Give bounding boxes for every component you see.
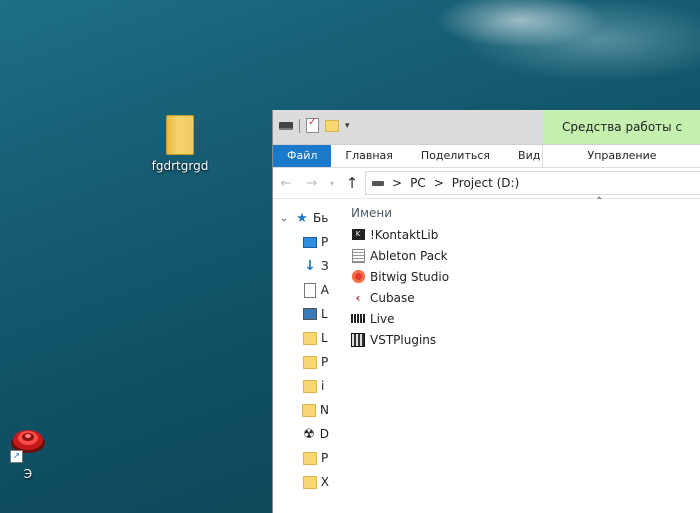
breadcrumb-pc[interactable]: PC [410,176,426,190]
folder-icon [303,451,317,465]
ribbon-tabs: Файл Главная Поделиться Вид Управление [273,145,700,168]
list-item[interactable]: Live [351,308,700,329]
tab-share[interactable]: Поделиться [407,145,504,167]
desktop-icon [303,235,317,249]
file-name: !KontaktLib [370,227,439,242]
breadcrumb-separator: > [392,176,403,190]
recent-locations-chevron-icon[interactable]: ▾ [325,179,339,188]
back-arrow-icon[interactable]: ← [273,176,299,191]
new-folder-icon[interactable] [325,119,339,132]
star-icon: ★ [296,210,308,226]
folder-icon [303,379,317,393]
title-bar: ✓ ▾ Средства работы с дисками [273,110,700,168]
desktop-folder-label: fgdrtgrgd [151,159,209,173]
nav-item-label: Бь [313,211,329,225]
desktop-folder-icon[interactable]: fgdrtgrgd [148,115,212,173]
quick-access-toolbar: ✓ ▾ [279,117,350,133]
nav-item[interactable]: Х [273,470,329,494]
nav-item-label: L [321,307,328,321]
file-name: Cubase [370,290,415,305]
nav-item[interactable]: Р [273,446,329,470]
pictures-icon [303,307,317,321]
list-item[interactable]: K !KontaktLib [351,224,700,245]
drive-tools-context-tab[interactable]: Средства работы с дисками [543,110,700,168]
desktop-shortcut-icon[interactable]: ↗ Э [4,425,52,481]
address-bar[interactable]: > PC > Project (D:) [365,171,700,195]
vst-plugins-icon [351,332,365,347]
nav-item-label: А [320,283,329,297]
nav-item[interactable]: N [273,398,329,422]
tab-file[interactable]: Файл [273,145,332,167]
nav-item-label: L [321,331,328,345]
bitwig-icon [351,270,365,284]
nav-item[interactable]: L [273,326,329,350]
target-app-icon: ↗ [10,425,46,463]
kontakt-icon: K [351,228,365,242]
properties-icon[interactable]: ✓ [306,117,319,133]
folder-icon [302,403,317,417]
nav-item[interactable]: i [273,374,329,398]
nav-item-quick-access[interactable]: ⌄ ★ Бь [273,206,329,230]
desktop-shortcut-label: Э [23,467,33,481]
list-item[interactable]: Ableton Pack [351,245,700,266]
folder-icon [303,331,317,345]
nav-item[interactable]: Р [273,350,329,374]
nav-item-label: N [320,403,329,417]
folder-icon [302,475,317,489]
folder-icon [303,355,317,369]
list-item[interactable]: VSTPlugins [351,329,700,350]
nav-item-label: Р [321,451,329,465]
drive-icon [372,180,384,186]
tab-manage[interactable]: Управление [542,145,700,167]
nav-item-label: Р [321,355,329,369]
drive-icon[interactable] [279,121,293,130]
breadcrumb-separator: > [433,176,444,190]
ableton-pack-icon [351,248,365,263]
up-arrow-icon[interactable]: ↑ [339,174,365,192]
file-name: Live [370,311,395,326]
chevron-down-icon[interactable]: ⌄ [273,213,295,224]
download-arrow-icon: ↓ [304,258,316,274]
document-icon [303,282,317,298]
nav-item-label: Х [320,475,329,489]
list-item[interactable]: ‹ Cubase [351,287,700,308]
nav-item-label: З [321,259,329,273]
tab-home[interactable]: Главная [331,145,407,167]
shortcut-arrow-icon: ↗ [10,450,23,463]
nav-item[interactable]: ↓ З [273,254,329,278]
nav-item-label: i [321,379,325,393]
file-name: Bitwig Studio [370,269,450,284]
list-item[interactable]: Bitwig Studio [351,266,700,287]
file-explorer-window: ✓ ▾ Средства работы с дисками Файл Главн… [272,110,700,513]
nav-item-label: Р [321,235,329,249]
nav-item[interactable]: Р [273,230,329,254]
nav-item[interactable]: L [273,302,329,326]
nav-item-label: D [319,427,329,441]
column-header-name[interactable]: Имени [351,202,700,224]
customize-toolbar-dropdown-icon[interactable]: ▾ [345,121,350,131]
file-list: Имени K !KontaktLib Ableton Pack Bitwig … [351,202,700,350]
ableton-live-icon [351,312,365,326]
toolbar-separator [299,118,300,133]
breadcrumb-project-drive[interactable]: Project (D:) [452,176,520,190]
forward-arrow-icon[interactable]: → [299,176,325,191]
file-name: VSTPlugins [370,332,437,347]
nav-item[interactable]: ☢ D [273,422,329,446]
navigation-pane: ⌄ ★ Бь Р ↓ З А L L Р i N ☢ D Р Х [273,206,329,513]
folder-icon [166,115,194,155]
nav-item[interactable]: А [273,278,329,302]
file-name: Ableton Pack [370,248,448,263]
cubase-icon: ‹ [355,290,361,305]
radiation-icon: ☢ [303,426,315,442]
